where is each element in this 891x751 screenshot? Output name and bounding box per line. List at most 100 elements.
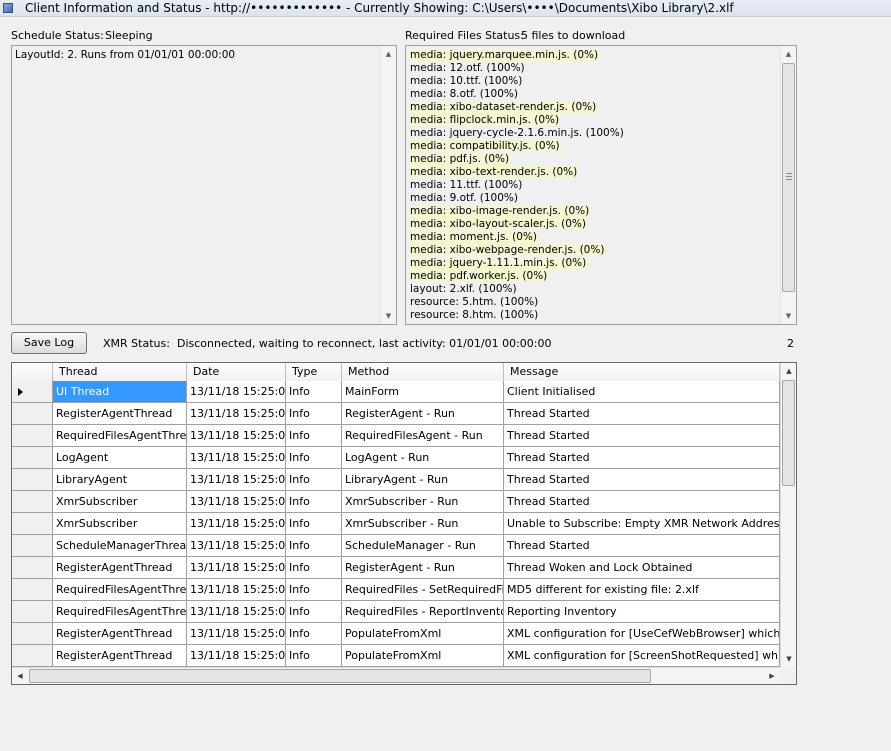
row-header[interactable] (12, 425, 53, 446)
schedule-textbox[interactable]: LayoutId: 2. Runs from 01/01/01 00:00:00… (11, 45, 397, 325)
cell-date[interactable]: 13/11/18 15:25:09 (187, 601, 286, 622)
column-header-method[interactable]: Method (342, 363, 504, 381)
window-title-bar[interactable]: Client Information and Status - http://•… (0, 0, 891, 17)
cell-method[interactable]: ScheduleManager - Run (342, 535, 504, 556)
cell-type[interactable]: Info (286, 557, 342, 578)
log-grid[interactable]: Thread Date Type Method Message UI Thread 13/… (11, 362, 797, 685)
scroll-thumb[interactable] (29, 669, 651, 683)
cell-thread[interactable]: RegisterAgentThread (53, 645, 187, 666)
row-header[interactable] (12, 557, 53, 578)
cell-date[interactable]: 13/11/18 15:25:09 (187, 645, 286, 666)
cell-message[interactable]: XML configuration for [UseCefWebBrowser]… (504, 623, 780, 644)
cell-thread[interactable]: UI Thread (53, 381, 187, 402)
cell-type[interactable]: Info (286, 623, 342, 644)
scroll-thumb[interactable] (782, 63, 795, 292)
cell-method[interactable]: XmrSubscriber - Run (342, 491, 504, 512)
cell-message[interactable]: Thread Started (504, 447, 780, 468)
cell-thread[interactable]: RequiredFilesAgentThread (53, 579, 187, 600)
row-header[interactable] (12, 645, 53, 666)
cell-method[interactable]: MainForm (342, 381, 504, 402)
cell-method[interactable]: RegisterAgent - Run (342, 557, 504, 578)
table-row[interactable]: LogAgent 13/11/18 15:25:08 Info LogAgent - … (12, 447, 780, 469)
column-header-date[interactable]: Date (187, 363, 286, 381)
cell-type[interactable]: Info (286, 403, 342, 424)
cell-thread[interactable]: LogAgent (53, 447, 187, 468)
cell-method[interactable]: RequiredFilesAgent - Run (342, 425, 504, 446)
scroll-down-icon[interactable]: ▼ (381, 308, 396, 324)
table-row[interactable]: XmrSubscriber 13/11/18 15:25:08 Info XmrSub… (12, 513, 780, 535)
table-row[interactable]: UI Thread 13/11/18 15:25:07 Info MainForm Cl… (12, 381, 780, 403)
row-header[interactable] (12, 513, 53, 534)
row-header[interactable] (12, 447, 53, 468)
table-row[interactable]: XmrSubscriber 13/11/18 15:25:08 Info XmrSub… (12, 491, 780, 513)
column-header-message[interactable]: Message (504, 363, 780, 381)
cell-date[interactable]: 13/11/18 15:25:08 (187, 403, 286, 424)
cell-method[interactable]: RegisterAgent - Run (342, 403, 504, 424)
column-header-type[interactable]: Type (286, 363, 342, 381)
cell-date[interactable]: 13/11/18 15:25:08 (187, 447, 286, 468)
cell-method[interactable]: PopulateFromXml (342, 645, 504, 666)
cell-message[interactable]: Thread Started (504, 469, 780, 490)
row-header[interactable] (12, 469, 53, 490)
cell-thread[interactable]: RequiredFilesAgentThread (53, 425, 187, 446)
cell-thread[interactable]: LibraryAgent (53, 469, 187, 490)
scroll-left-icon[interactable]: ◀ (12, 668, 28, 684)
cell-message[interactable]: Unable to Subscribe: Empty XMR Network A… (504, 513, 780, 534)
row-header[interactable] (12, 491, 53, 512)
cell-type[interactable]: Info (286, 535, 342, 556)
row-header[interactable] (12, 381, 53, 402)
row-header[interactable] (12, 403, 53, 424)
required-files-textbox[interactable]: media: jquery.marquee.min.js. (0%) media:… (405, 45, 797, 325)
table-row[interactable]: RegisterAgentThread 13/11/18 15:25:09 Info… (12, 623, 780, 645)
cell-date[interactable]: 13/11/18 15:25:08 (187, 513, 286, 534)
log-grid-vscrollbar[interactable]: ▲ ▼ (780, 363, 796, 667)
cell-method[interactable]: XmrSubscriber - Run (342, 513, 504, 534)
cell-message[interactable]: Thread Woken and Lock Obtained (504, 557, 780, 578)
table-row[interactable]: RegisterAgentThread 13/11/18 15:25:09 Info… (12, 645, 780, 667)
table-row[interactable]: RequiredFilesAgentThread 13/11/18 15:25:0… (12, 579, 780, 601)
save-log-button[interactable]: Save Log (11, 332, 87, 354)
cell-type[interactable]: Info (286, 447, 342, 468)
required-files-scrollbar[interactable]: ▲ ▼ (780, 46, 796, 324)
row-header[interactable] (12, 623, 53, 644)
cell-type[interactable]: Info (286, 381, 342, 402)
cell-date[interactable]: 13/11/18 15:25:08 (187, 491, 286, 512)
cell-message[interactable]: Thread Started (504, 535, 780, 556)
cell-type[interactable]: Info (286, 513, 342, 534)
cell-message[interactable]: Client Initialised (504, 381, 780, 402)
table-row[interactable]: LibraryAgent 13/11/18 15:25:08 Info Library… (12, 469, 780, 491)
cell-message[interactable]: Thread Started (504, 425, 780, 446)
row-header[interactable] (12, 579, 53, 600)
cell-method[interactable]: PopulateFromXml (342, 623, 504, 644)
scroll-down-icon[interactable]: ▼ (781, 308, 796, 324)
cell-date[interactable]: 13/11/18 15:25:08 (187, 469, 286, 490)
cell-method[interactable]: LibraryAgent - Run (342, 469, 504, 490)
column-header-thread[interactable]: Thread (53, 363, 187, 381)
table-row[interactable]: RegisterAgentThread 13/11/18 15:25:08 Info… (12, 557, 780, 579)
table-row[interactable]: RegisterAgentThread 13/11/18 15:25:08 Info… (12, 403, 780, 425)
log-grid-hscrollbar[interactable]: ◀ ▶ (12, 667, 780, 684)
scroll-up-icon[interactable]: ▲ (381, 46, 396, 62)
cell-method[interactable]: RequiredFiles - SetRequiredFiles (342, 579, 504, 600)
cell-message[interactable]: Thread Started (504, 403, 780, 424)
scroll-up-icon[interactable]: ▲ (781, 46, 796, 62)
cell-type[interactable]: Info (286, 645, 342, 666)
scroll-thumb[interactable] (782, 380, 795, 486)
cell-thread[interactable]: RegisterAgentThread (53, 623, 187, 644)
cell-thread[interactable]: RegisterAgentThread (53, 557, 187, 578)
scroll-down-icon[interactable]: ▼ (781, 651, 796, 667)
cell-message[interactable]: XML configuration for [ScreenShotRequest… (504, 645, 780, 666)
cell-date[interactable]: 13/11/18 15:25:07 (187, 381, 286, 402)
table-row[interactable]: RequiredFilesAgentThread 13/11/18 15:25:0… (12, 425, 780, 447)
table-row[interactable]: ScheduleManagerThread 13/11/18 15:25:08 In… (12, 535, 780, 557)
cell-method[interactable]: LogAgent - Run (342, 447, 504, 468)
row-header[interactable] (12, 601, 53, 622)
cell-thread[interactable]: ScheduleManagerThread (53, 535, 187, 556)
scroll-right-icon[interactable]: ▶ (764, 668, 780, 684)
row-header[interactable] (12, 535, 53, 556)
cell-type[interactable]: Info (286, 425, 342, 446)
cell-type[interactable]: Info (286, 469, 342, 490)
scroll-up-icon[interactable]: ▲ (781, 363, 796, 379)
cell-thread[interactable]: XmrSubscriber (53, 513, 187, 534)
cell-date[interactable]: 13/11/18 15:25:09 (187, 623, 286, 644)
